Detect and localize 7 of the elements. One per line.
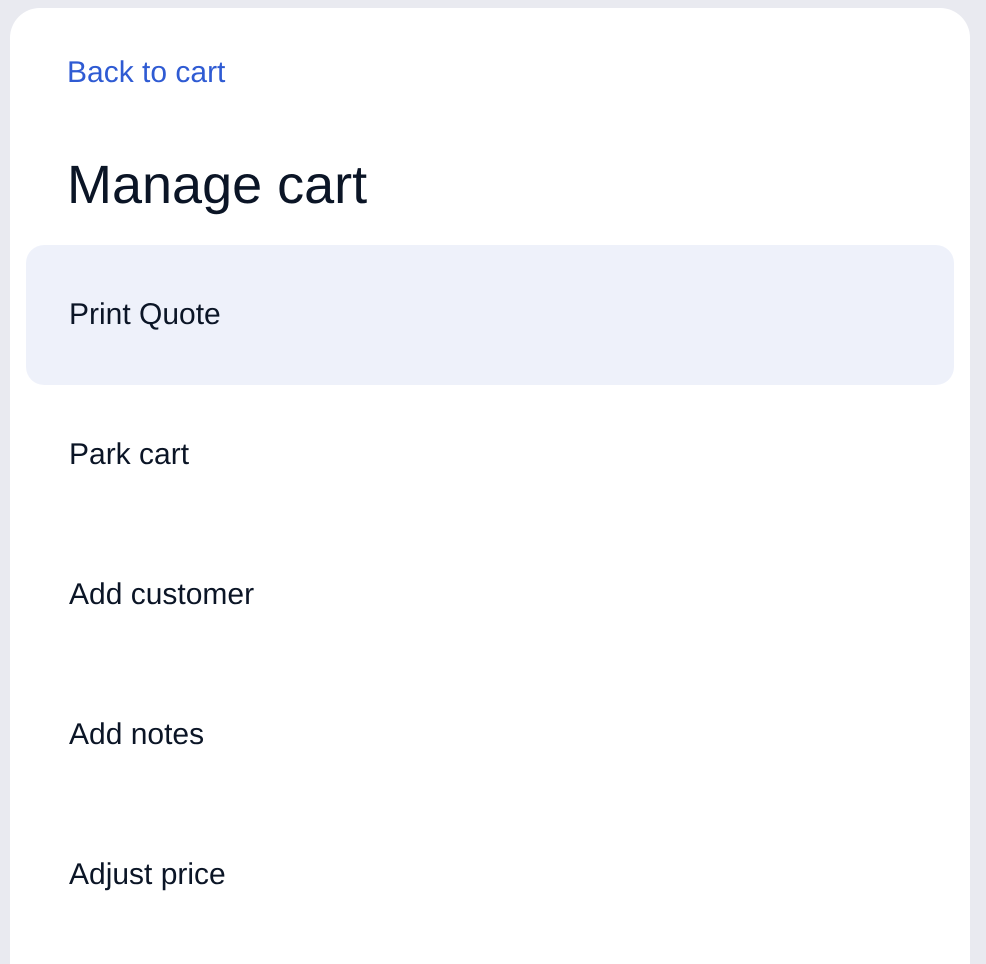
back-link[interactable]: Back to cart [67,55,226,91]
menu-item[interactable]: Print Quote [26,245,954,385]
menu-item[interactable]: Add notes [26,665,954,805]
menu-item[interactable]: Add customer [26,525,954,665]
menu-item[interactable]: Adjust price [26,805,954,945]
menu-item[interactable]: Park cart [26,385,954,525]
page-title: Manage cart [67,154,368,217]
